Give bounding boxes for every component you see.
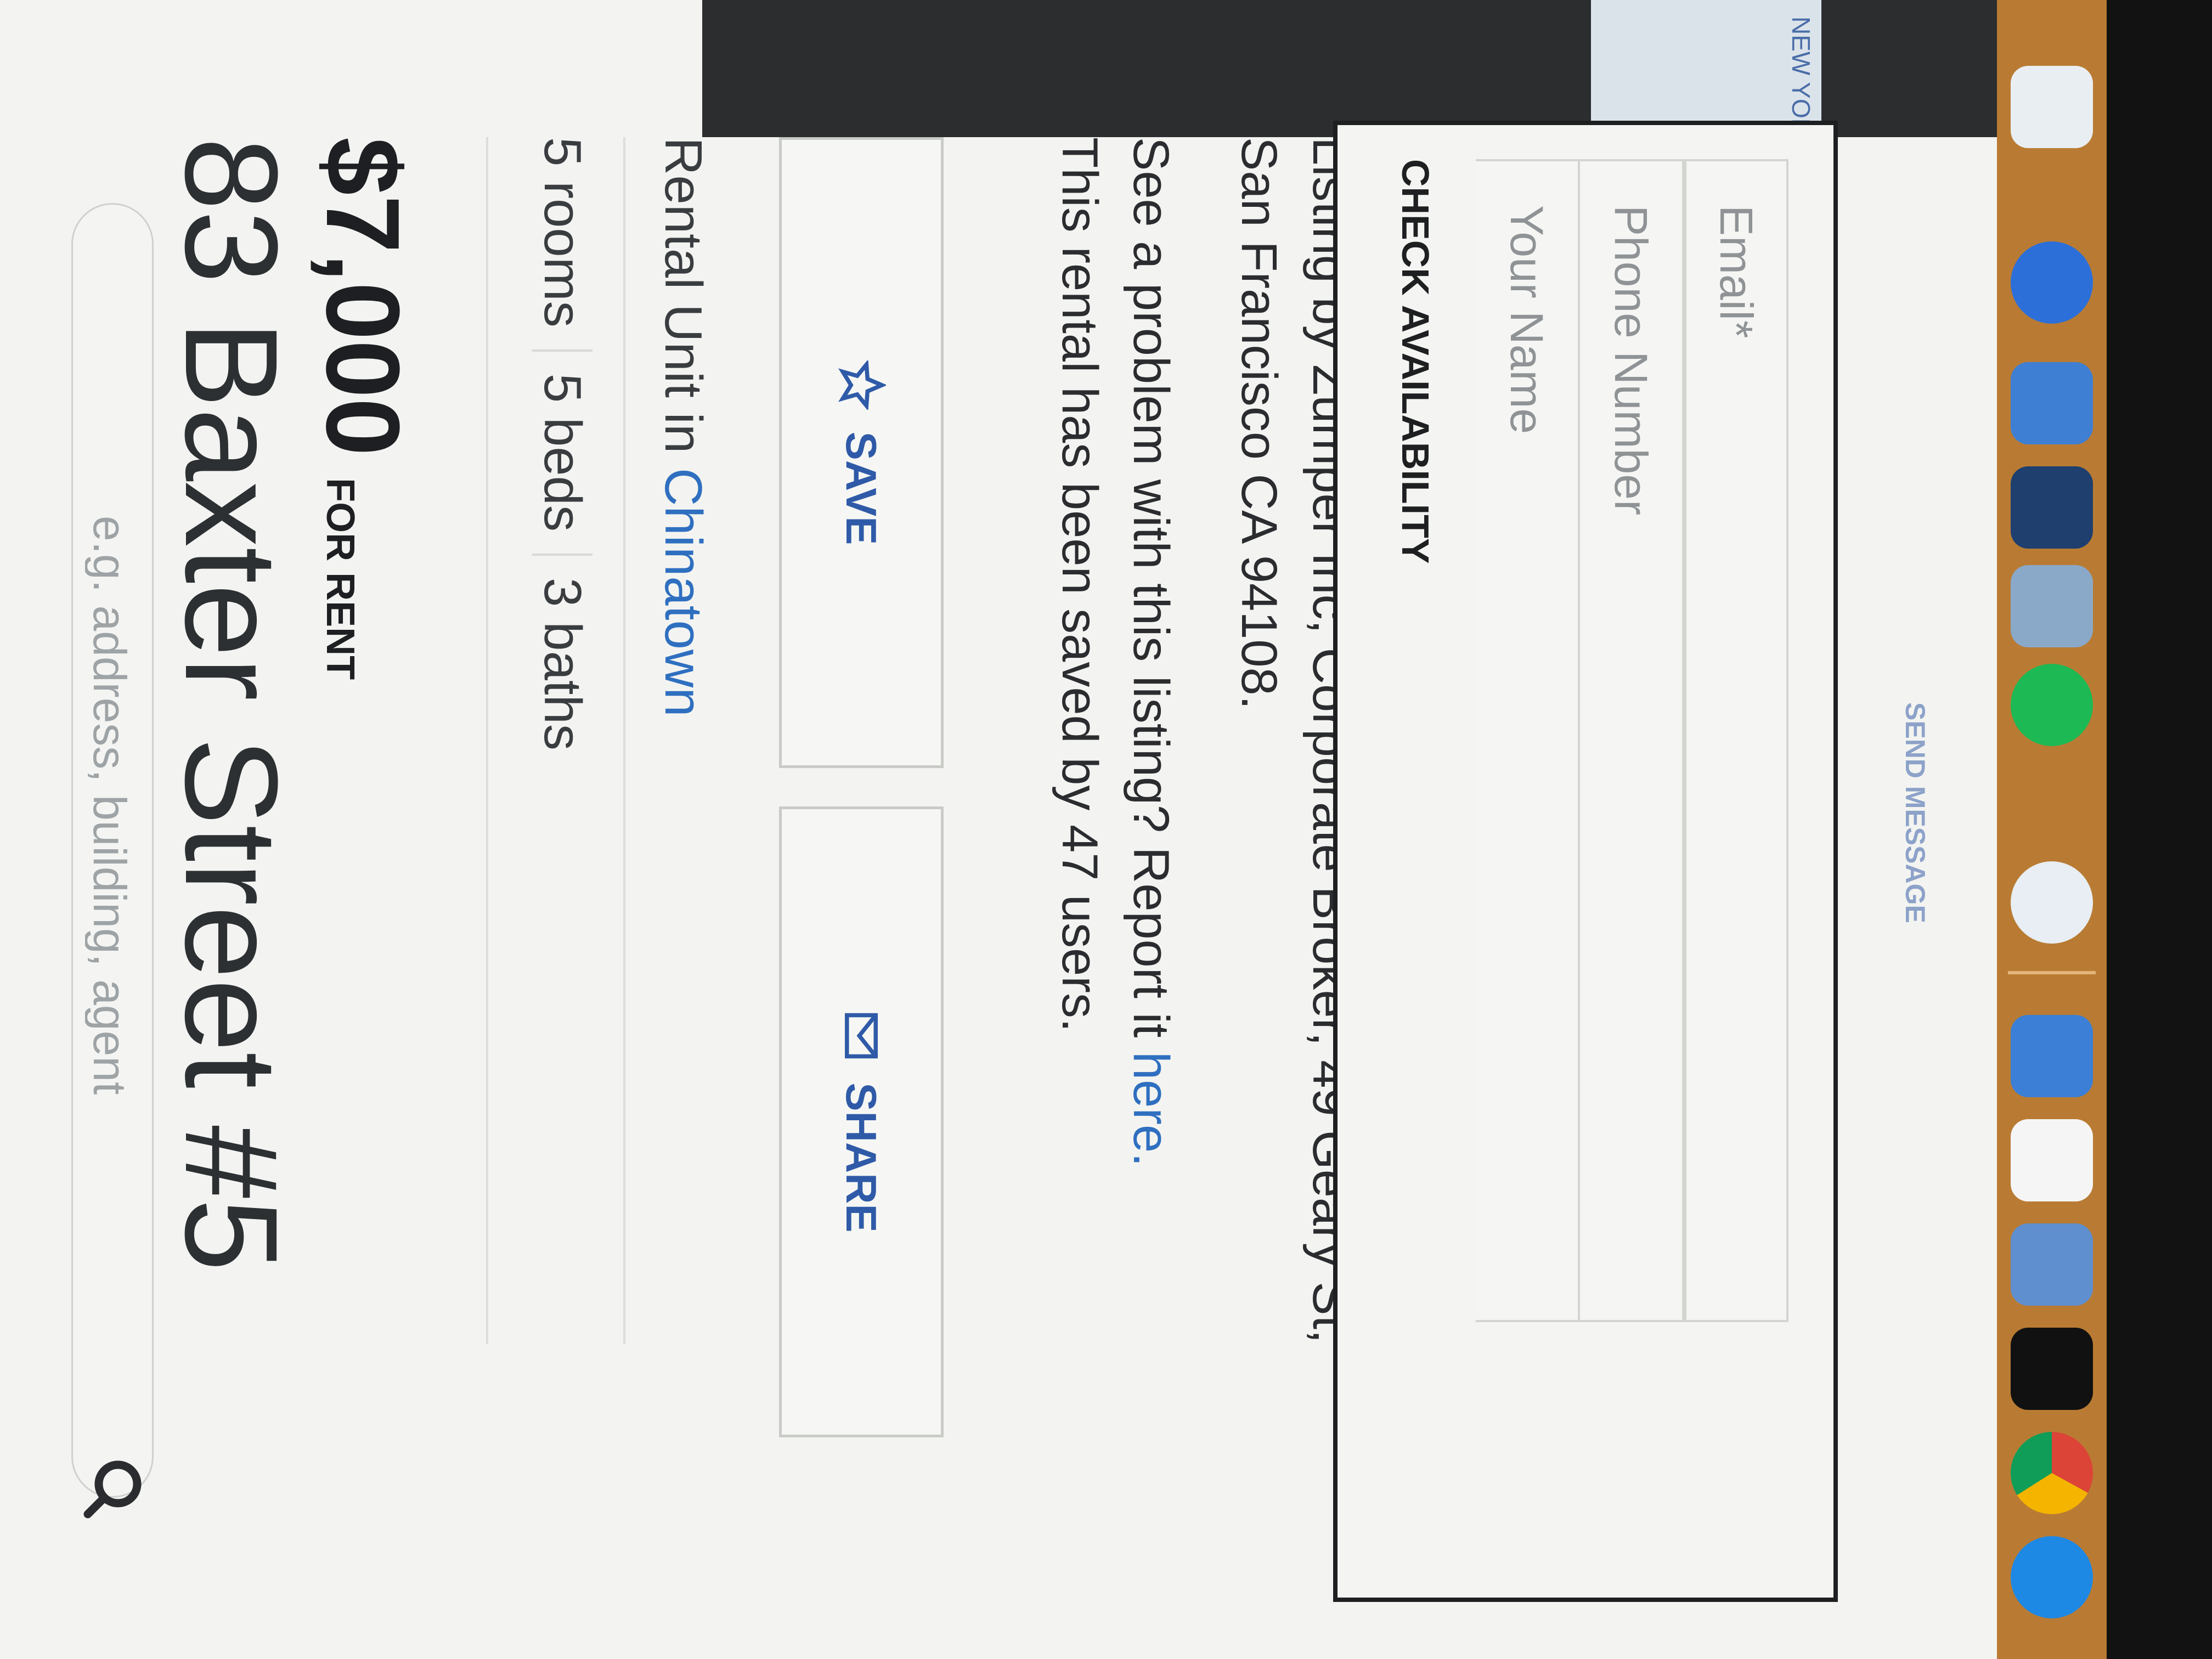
listing-photo[interactable] bbox=[702, 0, 2129, 137]
share-label: SHARE bbox=[837, 1082, 886, 1233]
star-icon bbox=[838, 360, 886, 410]
notes-icon[interactable] bbox=[2011, 362, 2093, 444]
email-field[interactable] bbox=[1684, 159, 1788, 1322]
price-tag: FOR RENT bbox=[318, 478, 362, 680]
neighborhood-link[interactable]: Chinatown bbox=[654, 468, 713, 717]
mail-icon[interactable] bbox=[2011, 1223, 2093, 1306]
rental-prefix: Rental Unit in bbox=[654, 137, 713, 454]
slack-icon[interactable] bbox=[2011, 1119, 2093, 1201]
listing-page: NEW YOR 83 Baxter Street #5 $7,000 FOR R… bbox=[0, 0, 2129, 1659]
map-thumbnail[interactable]: NEW YOR bbox=[1591, 0, 1821, 137]
divider bbox=[486, 137, 488, 1344]
price-row: $7,000 FOR RENT bbox=[303, 137, 422, 680]
saved-count-text: This rental has been saved by 47 users. bbox=[1052, 137, 1108, 1032]
map-label: NEW YOR bbox=[1787, 16, 1815, 137]
preview-icon[interactable] bbox=[2011, 565, 2093, 647]
divider bbox=[623, 137, 625, 1344]
finder-icon[interactable] bbox=[2011, 66, 2093, 148]
save-label: SAVE bbox=[837, 431, 886, 545]
beds-count: 5 beds bbox=[532, 351, 592, 556]
report-link[interactable]: here. bbox=[1123, 1052, 1179, 1167]
problem-prefix: See a problem with this listing? Report … bbox=[1123, 137, 1179, 1038]
dock-separator bbox=[2008, 971, 2096, 974]
terminal-icon[interactable] bbox=[2011, 1328, 2093, 1410]
share-button[interactable]: SHARE bbox=[779, 806, 944, 1437]
screen-bezel bbox=[2107, 0, 2212, 1659]
calendar-icon[interactable] bbox=[2011, 861, 2093, 944]
search-input[interactable] bbox=[85, 516, 134, 1284]
rooms-count: 5 rooms bbox=[532, 137, 592, 352]
baths-count: 3 baths bbox=[533, 578, 592, 751]
instruments-icon[interactable] bbox=[2011, 466, 2093, 549]
check-availability-title: CHECK AVAILABILITY bbox=[1394, 159, 1437, 564]
search-icon[interactable] bbox=[80, 1457, 145, 1522]
rental-type: Rental Unit in Chinatown bbox=[653, 137, 713, 717]
send-message-button[interactable]: SEND MESSAGE bbox=[1899, 702, 1931, 923]
report-problem-text: See a problem with this listing? Report … bbox=[1122, 137, 1180, 1167]
save-button[interactable]: SAVE bbox=[779, 137, 944, 768]
price: $7,000 bbox=[304, 137, 421, 456]
name-field[interactable] bbox=[1476, 159, 1580, 1322]
listing-title: 83 Baxter Street #5 bbox=[158, 137, 305, 1272]
spotify-icon[interactable] bbox=[2011, 664, 2093, 746]
skype-icon[interactable] bbox=[2011, 1536, 2093, 1618]
safari-icon[interactable] bbox=[2011, 241, 2093, 324]
listing-specs: 5 rooms 5 beds 3 baths bbox=[532, 137, 592, 772]
xcode-icon[interactable] bbox=[2011, 1015, 2093, 1097]
chrome-icon[interactable] bbox=[2011, 1432, 2093, 1514]
phone-field[interactable] bbox=[1580, 159, 1684, 1322]
envelope-icon bbox=[845, 1013, 878, 1059]
